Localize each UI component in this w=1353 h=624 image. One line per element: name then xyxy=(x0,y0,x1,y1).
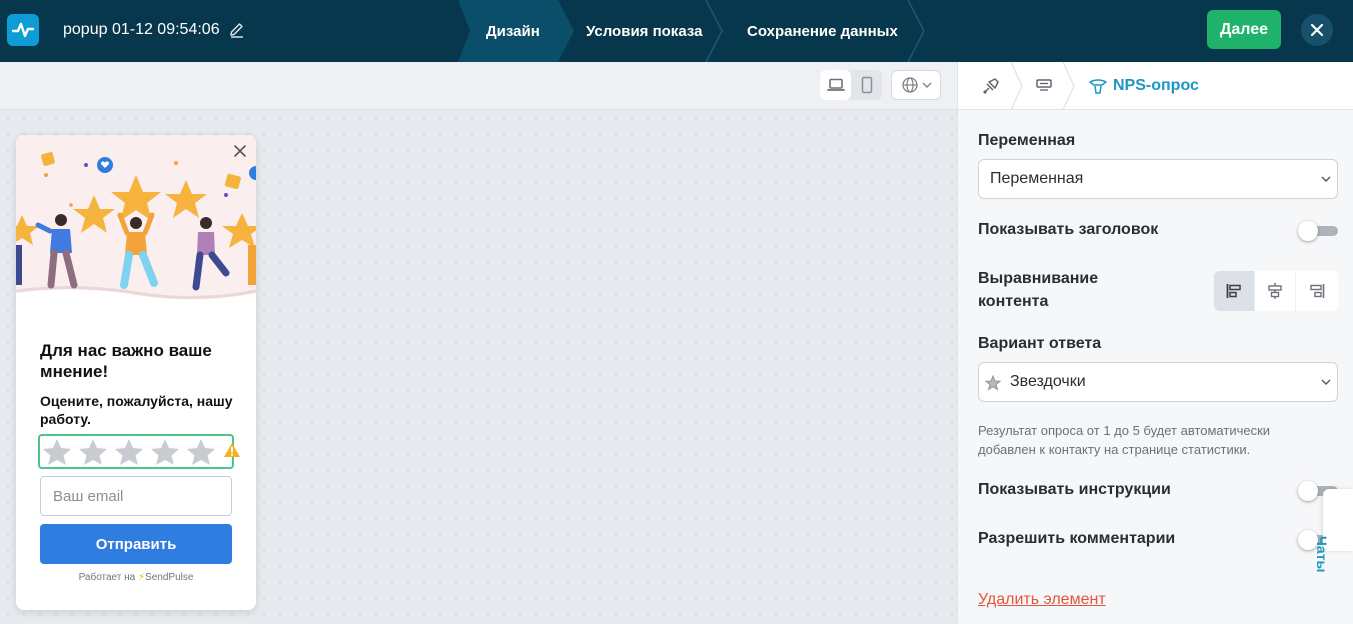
settings-panel: NPS-опрос Переменная Переменная Показыва… xyxy=(957,62,1353,624)
chats-tab-label: Чаты xyxy=(1314,536,1330,573)
star-icon[interactable] xyxy=(150,437,180,467)
star-icon xyxy=(985,375,1001,391)
powered-by[interactable]: Работает на ⚡SendPulse xyxy=(16,572,256,583)
close-icon xyxy=(1310,23,1324,37)
chevron-down-icon xyxy=(1321,379,1331,385)
submit-button[interactable]: Отправить xyxy=(40,524,232,564)
toggle-knob xyxy=(1298,221,1318,241)
answer-type-select[interactable]: Звездочки xyxy=(978,362,1338,402)
globe-icon xyxy=(901,77,918,93)
nps-survey-icon xyxy=(1089,79,1107,94)
delete-element-link[interactable]: Удалить элемент xyxy=(978,591,1106,609)
star-rating[interactable] xyxy=(38,434,234,469)
align-center-icon xyxy=(1268,283,1282,299)
answer-type-value: Звездочки xyxy=(1010,373,1086,390)
answer-type-hint: Результат опроса от 1 до 5 будет автомат… xyxy=(978,423,1271,457)
step-display-conditions[interactable]: Условия показа xyxy=(586,0,702,62)
pencil-icon[interactable] xyxy=(228,21,246,39)
show-title-toggle[interactable] xyxy=(1298,221,1338,241)
popup-preview[interactable]: Для нас важно ваше мнение! Оцените, пожа… xyxy=(16,135,256,610)
wizard-steps: Дизайн Условия показа Сохранение данных xyxy=(458,0,924,62)
popup-heading: Для нас важно ваше мнение! xyxy=(40,341,212,381)
chats-tab[interactable]: Чаты xyxy=(1314,489,1353,572)
next-button[interactable]: Далее xyxy=(1207,10,1281,49)
chevron-down-icon xyxy=(922,82,931,88)
paint-brush-icon[interactable] xyxy=(981,76,1001,96)
top-bar: popup 01-12 09:54:06 Дизайн Условия пока… xyxy=(0,0,1353,62)
content-align-label: Выравнивание контента xyxy=(978,270,1099,310)
popup-close-icon[interactable] xyxy=(232,143,248,159)
breadcrumb-current: NPS-опрос xyxy=(1113,77,1199,94)
toggle-knob xyxy=(1298,481,1318,501)
step-data-saving[interactable]: Сохранение данных xyxy=(747,0,898,62)
language-dropdown[interactable] xyxy=(891,70,941,100)
email-field[interactable] xyxy=(40,476,232,516)
answer-type-label: Вариант ответа xyxy=(978,335,1102,352)
star-icon[interactable] xyxy=(78,437,108,467)
variable-select[interactable]: Переменная xyxy=(978,159,1338,199)
close-button[interactable] xyxy=(1301,14,1333,46)
show-title-label: Показывать заголовок xyxy=(978,221,1159,238)
device-switcher xyxy=(820,70,882,100)
app-logo[interactable] xyxy=(7,14,39,46)
desktop-view-button[interactable] xyxy=(820,70,851,100)
step-design[interactable]: Дизайн xyxy=(486,0,540,62)
breadcrumb-separator xyxy=(1010,62,1023,110)
align-left-icon xyxy=(1226,284,1241,298)
canvas-toolbar xyxy=(0,62,957,110)
phone-icon xyxy=(861,76,872,94)
popup-subheading: Оцените, пожалуйста, нашу работу. xyxy=(40,393,233,427)
powered-by-prefix: Работает на xyxy=(78,572,136,583)
section-icon[interactable] xyxy=(1034,76,1054,96)
variable-select-value: Переменная xyxy=(990,170,1084,187)
show-instructions-label: Показывать инструкции xyxy=(978,481,1171,498)
content-align-switcher xyxy=(1214,271,1338,311)
breadcrumb-separator xyxy=(1062,62,1075,110)
star-icon[interactable] xyxy=(114,437,144,467)
chevron-down-icon xyxy=(1321,176,1331,182)
mobile-view-button[interactable] xyxy=(851,70,882,100)
powered-by-brand: SendPulse xyxy=(145,572,194,583)
lightning-icon: ⚡ xyxy=(138,572,146,583)
popup-title: popup 01-12 09:54:06 xyxy=(63,21,220,38)
panel-breadcrumb: NPS-опрос xyxy=(958,62,1353,110)
warning-icon xyxy=(224,443,240,457)
align-right-button[interactable] xyxy=(1296,271,1337,311)
align-right-icon xyxy=(1309,284,1324,298)
people-with-stars-illustration xyxy=(16,135,256,305)
star-icon[interactable] xyxy=(42,437,72,467)
align-center-button[interactable] xyxy=(1255,271,1296,311)
star-icon[interactable] xyxy=(186,437,216,467)
variable-label: Переменная xyxy=(978,132,1076,149)
align-left-button[interactable] xyxy=(1214,271,1255,311)
laptop-icon xyxy=(826,78,845,91)
pulse-icon xyxy=(12,22,34,38)
allow-comments-label: Разрешить комментарии xyxy=(978,530,1176,547)
